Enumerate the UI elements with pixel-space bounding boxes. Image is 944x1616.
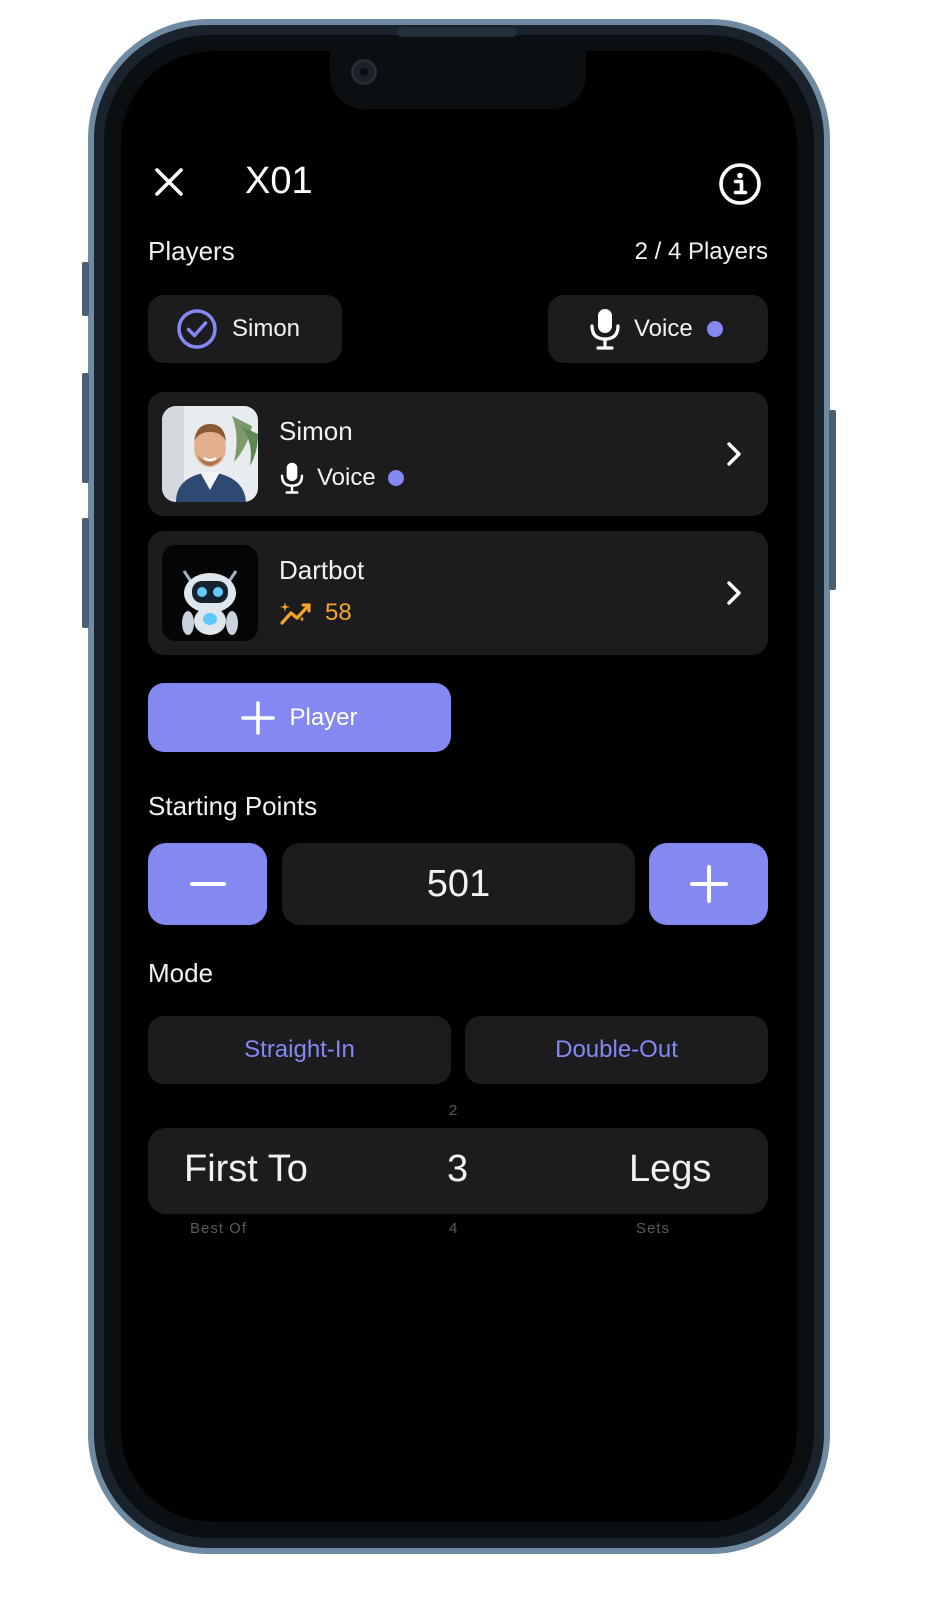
player-row-dartbot[interactable]: Dartbot 58 — [148, 531, 768, 655]
chevron-right-icon — [727, 442, 741, 466]
starting-points-label: Starting Points — [148, 791, 318, 821]
player-voice-label: Voice — [317, 464, 376, 491]
voice-chip-label: Voice — [634, 315, 693, 342]
mode-label: Mode — [148, 958, 214, 988]
camera — [351, 59, 377, 85]
add-player-label: Player — [289, 703, 358, 731]
plus-icon — [689, 865, 728, 903]
player-subtitle: Voice — [279, 460, 404, 496]
page-title: X01 — [245, 160, 313, 202]
picker-below-number[interactable]: 4 — [449, 1220, 458, 1237]
decrease-points-button[interactable] — [148, 843, 267, 925]
volume-down-button — [82, 518, 89, 628]
microphone-icon — [590, 309, 620, 350]
screen — [121, 51, 797, 1522]
mode-double-out-button[interactable]: Double-Out — [465, 1016, 768, 1084]
account-chip[interactable]: Simon — [148, 295, 342, 363]
picker-below-unit[interactable]: Sets — [636, 1220, 670, 1237]
chevron-right-icon — [727, 581, 741, 605]
picker-selected-unit[interactable]: Legs — [629, 1148, 711, 1191]
starting-points-value[interactable]: 501 — [282, 843, 635, 925]
players-section-label: Players — [148, 236, 235, 266]
picker-selected-number[interactable]: 3 — [447, 1148, 468, 1191]
volume-up-button — [82, 373, 89, 483]
minus-icon — [189, 882, 226, 886]
picker-above-number[interactable]: 2 — [449, 1102, 458, 1119]
sparkle-chart-icon — [280, 602, 311, 625]
mute-switch — [82, 262, 89, 316]
close-icon[interactable] — [154, 167, 184, 197]
mode-straight-in-button[interactable]: Straight-In — [148, 1016, 451, 1084]
picker-below-type[interactable]: Best Of — [190, 1220, 247, 1237]
increase-points-button[interactable] — [649, 843, 768, 925]
robot-avatar — [162, 545, 258, 641]
player-subtitle: 58 — [279, 599, 352, 627]
player-row-simon[interactable]: Simon Voice — [148, 392, 768, 516]
check-circle-icon — [177, 309, 217, 349]
match-format-picker[interactable]: First To 3 Legs — [148, 1128, 768, 1214]
speaker — [397, 27, 517, 37]
info-icon[interactable] — [718, 162, 762, 206]
power-button — [829, 410, 836, 590]
voice-chip[interactable]: Voice — [548, 295, 768, 363]
plus-icon — [241, 700, 276, 735]
bot-level: 58 — [325, 599, 352, 626]
player-name: Simon — [279, 416, 353, 446]
add-player-button[interactable]: Player — [148, 683, 451, 752]
picker-selected-type[interactable]: First To — [184, 1148, 308, 1191]
voice-status-dot — [706, 321, 723, 337]
microphone-icon — [280, 462, 304, 494]
voice-status-dot — [387, 470, 404, 486]
players-count: 2 / 4 Players — [634, 238, 768, 265]
avatar — [162, 406, 258, 502]
player-name: Dartbot — [279, 555, 365, 585]
account-chip-label: Simon — [232, 315, 301, 342]
